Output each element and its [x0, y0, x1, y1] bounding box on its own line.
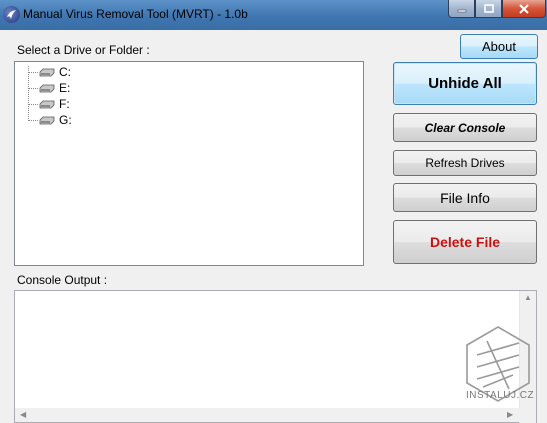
console-horizontal-scrollbar[interactable]: ◀ ▶	[15, 408, 521, 422]
console-output-label: Console Output :	[17, 273, 108, 287]
minimize-icon	[457, 9, 466, 12]
tree-item-c[interactable]: C:	[15, 64, 215, 80]
clear-console-button[interactable]: Clear Console	[393, 113, 537, 142]
unhide-all-button[interactable]: Unhide All	[393, 62, 537, 105]
console-output-area[interactable]: ▲ ◀ ▶	[14, 290, 537, 423]
window-title: Manual Virus Removal Tool (MVRT) - 1.0b	[23, 7, 248, 21]
app-window: Manual Virus Removal Tool (MVRT) - 1.0b …	[0, 0, 547, 423]
file-info-button[interactable]: File Info	[393, 183, 537, 212]
maximize-icon	[483, 3, 494, 13]
about-button[interactable]: About	[460, 34, 538, 59]
scroll-left-icon[interactable]: ◀	[20, 410, 26, 419]
tree-item-g[interactable]: G:	[15, 112, 215, 128]
delete-file-button[interactable]: Delete File	[393, 220, 537, 264]
maximize-button[interactable]	[475, 0, 502, 18]
tree-item-f[interactable]: F:	[15, 96, 215, 112]
app-logo-icon	[3, 6, 20, 23]
drive-icon	[39, 84, 55, 93]
tree-item-label: C:	[59, 65, 71, 79]
tree-item-label: F:	[59, 97, 70, 111]
tree-item-label: E:	[59, 81, 71, 95]
title-bar[interactable]: Manual Virus Removal Tool (MVRT) - 1.0b	[0, 0, 547, 30]
refresh-drives-button[interactable]: Refresh Drives	[393, 150, 537, 176]
scroll-up-icon[interactable]: ▲	[524, 293, 532, 302]
scroll-right-icon[interactable]: ▶	[507, 410, 513, 419]
drive-icon	[39, 116, 55, 125]
watermark-text: INSTALUJ.CZ	[466, 390, 535, 401]
minimize-button[interactable]	[448, 0, 475, 18]
tree-item-label: G:	[59, 113, 72, 127]
select-drive-label: Select a Drive or Folder :	[17, 43, 150, 57]
drive-icon	[39, 68, 55, 77]
close-icon	[519, 3, 529, 14]
drive-icon	[39, 100, 55, 109]
close-button[interactable]	[502, 0, 546, 18]
tree-item-e[interactable]: E:	[15, 80, 215, 96]
drive-tree[interactable]: C: E: F: G:	[14, 61, 364, 266]
